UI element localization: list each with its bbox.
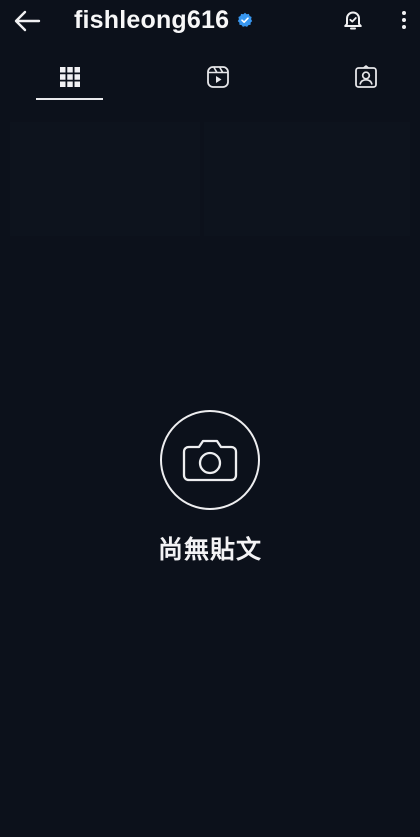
empty-posts-state: 尚無貼文 (0, 410, 420, 566)
notification-bell-icon (344, 11, 362, 30)
profile-screen: fishleong616 尚無貼文 (0, 0, 420, 837)
placeholder-tile (204, 122, 410, 236)
tab-reels[interactable] (180, 52, 256, 102)
top-bar: fishleong616 (0, 0, 420, 44)
more-options-button[interactable] (394, 6, 414, 34)
placeholder-tile (10, 122, 200, 236)
reels-icon (207, 66, 229, 88)
arrow-left-icon (14, 10, 41, 32)
more-vertical-icon (402, 11, 406, 29)
no-posts-message: 尚無貼文 (157, 536, 262, 564)
profile-title-group: fishleong616 (74, 3, 253, 37)
tab-tagged[interactable] (328, 52, 404, 102)
verified-badge-icon (237, 12, 253, 28)
camera-icon-circle (160, 410, 260, 510)
tab-posts-grid[interactable] (36, 52, 103, 102)
back-button[interactable] (10, 6, 44, 36)
tagged-person-icon (355, 65, 377, 88)
camera-icon (182, 439, 238, 482)
notification-bell-button[interactable] (339, 6, 367, 34)
profile-tabs (0, 52, 420, 102)
profile-username: fishleong616 (74, 5, 230, 34)
active-tab-indicator (36, 98, 103, 100)
grid-icon (59, 67, 80, 87)
